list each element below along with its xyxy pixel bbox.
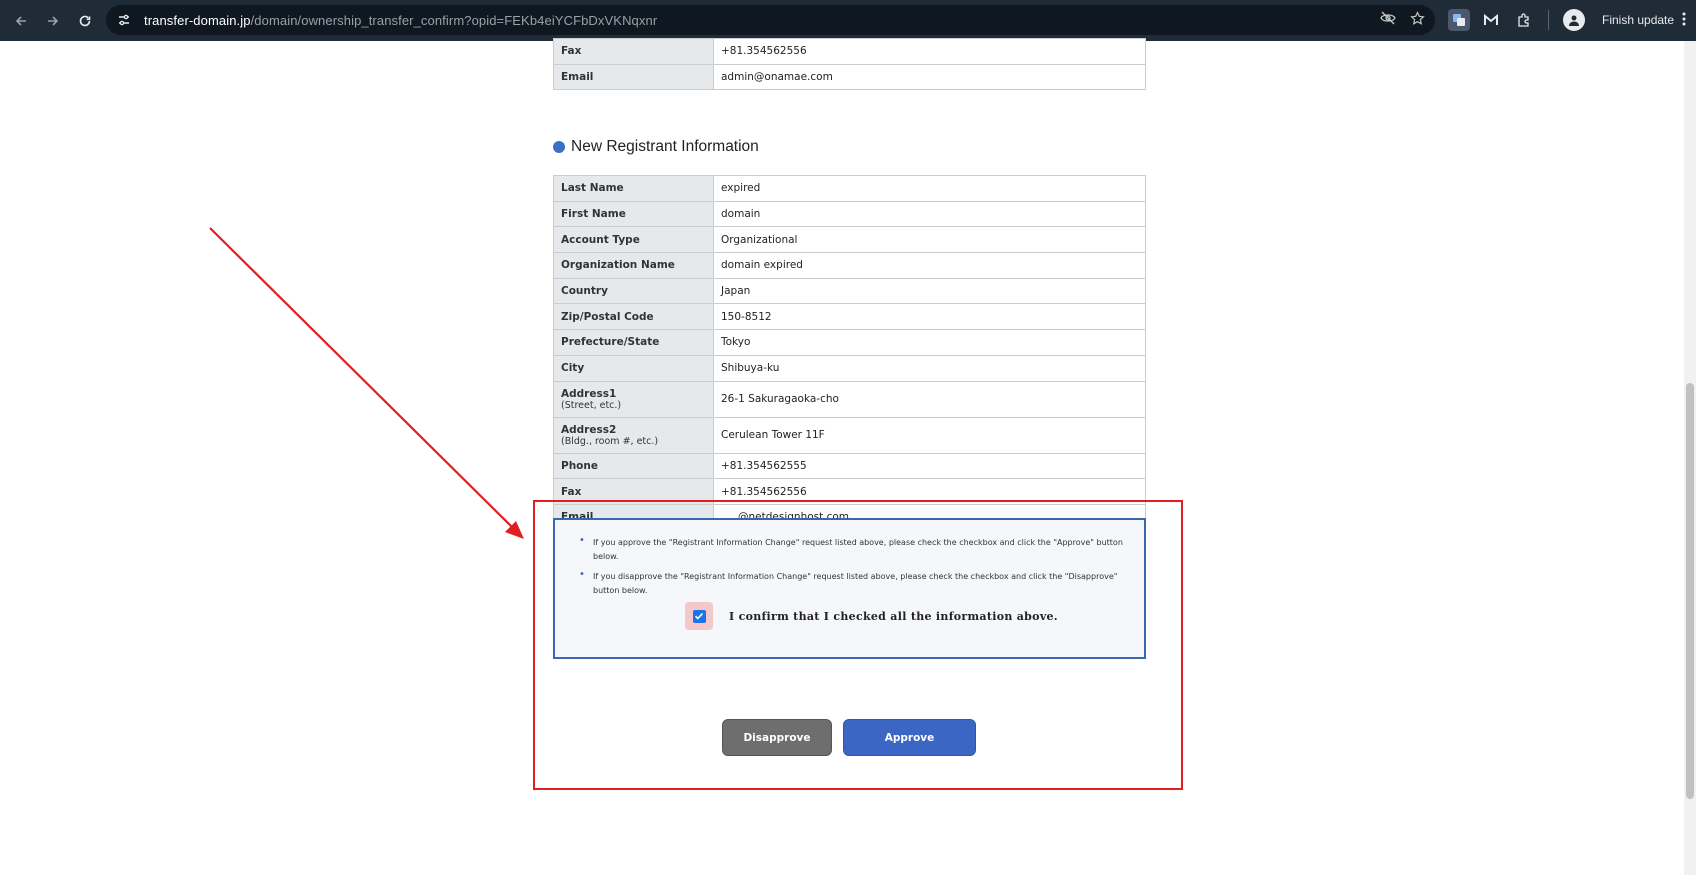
row-label-sub: (Street, etc.) xyxy=(561,399,622,411)
row-label: Address1 (Street, etc.) xyxy=(553,380,714,418)
table-row: Email admin@onamae.com xyxy=(553,63,1146,91)
row-label: Phone xyxy=(553,452,714,480)
row-label: Email xyxy=(553,63,714,91)
row-label: City xyxy=(553,354,714,382)
table-row: First Name domain xyxy=(553,200,1146,228)
previous-registrant-table: Fax +81.354562556 Email admin@onamae.com xyxy=(553,38,1146,91)
section-title-text: New Registrant Information xyxy=(571,138,759,155)
row-label-sub: (Bldg., room #, etc.) xyxy=(561,435,659,447)
row-value: domain expired xyxy=(713,252,1146,279)
url-text: transfer-domain.jp/domain/ownership_tran… xyxy=(144,13,657,28)
row-value: +81.354562556 xyxy=(713,38,1146,65)
row-label: Zip/Postal Code xyxy=(553,303,714,331)
table-row: City Shibuya-ku xyxy=(553,354,1146,382)
finish-update-label: Finish update xyxy=(1602,13,1675,27)
table-row: Country Japan xyxy=(553,277,1146,305)
toolbar-separator xyxy=(1548,10,1549,30)
approve-button[interactable]: Approve xyxy=(843,719,976,756)
row-value: +81.354562555 xyxy=(713,452,1146,480)
instruction-disapprove: If you disapprove the "Registrant Inform… xyxy=(579,568,1129,598)
row-label-main: Address1 xyxy=(561,387,617,400)
row-value: domain xyxy=(713,200,1146,228)
table-row: Organization Name domain expired xyxy=(553,252,1146,279)
url-path: /domain/ownership_transfer_confirm?opid=… xyxy=(250,12,658,28)
disapprove-button[interactable]: Disapprove xyxy=(722,719,832,756)
row-value: Organizational xyxy=(713,226,1146,254)
confirm-checkbox-row[interactable]: I confirm that I checked all the informa… xyxy=(685,602,1058,630)
table-row: Address2 (Bldg., room #, etc.) Cerulean T… xyxy=(553,416,1146,454)
profile-avatar[interactable] xyxy=(1563,9,1585,31)
row-label: Account Type xyxy=(553,226,714,254)
row-label: Fax xyxy=(553,38,714,65)
row-label: Organization Name xyxy=(553,252,714,279)
finish-update-button[interactable]: Finish update xyxy=(1594,6,1694,34)
row-value: 26-1 Sakuragaoka-cho xyxy=(713,380,1146,418)
row-value: Tokyo xyxy=(713,329,1146,356)
address-bar[interactable]: transfer-domain.jp/domain/ownership_tran… xyxy=(106,5,1435,35)
confirm-checkbox-label[interactable]: I confirm that I checked all the informa… xyxy=(729,610,1058,623)
row-label: Address2 (Bldg., room #, etc.) xyxy=(553,416,714,454)
row-value: Japan xyxy=(713,277,1146,305)
table-row: Fax +81.354562556 xyxy=(553,38,1146,65)
table-row: Zip/Postal Code 150-8512 xyxy=(553,303,1146,331)
instruction-list: If you approve the "Registrant Informati… xyxy=(579,534,1129,604)
scrollbar-thumb[interactable] xyxy=(1686,383,1694,799)
translate-extension-icon[interactable] xyxy=(1448,9,1470,31)
eye-off-icon[interactable] xyxy=(1380,11,1396,29)
row-value: expired xyxy=(713,175,1146,202)
site-settings-icon[interactable] xyxy=(114,10,134,30)
extensions-puzzle-icon[interactable] xyxy=(1512,9,1534,31)
malwarebytes-extension-icon[interactable] xyxy=(1480,9,1502,31)
confirm-checkbox-focus[interactable] xyxy=(685,602,713,630)
row-label: Country xyxy=(553,277,714,305)
table-row: Last Name expired xyxy=(553,175,1146,202)
new-registrant-table: Last Name expired First Name domain Accoun… xyxy=(553,175,1146,531)
reload-button[interactable] xyxy=(70,6,100,36)
checkmark-icon xyxy=(694,612,704,620)
row-value: Cerulean Tower 11F xyxy=(713,416,1146,454)
back-button[interactable] xyxy=(6,6,36,36)
table-row: Address1 (Street, etc.) 26-1 Sakuragaoka-… xyxy=(553,380,1146,418)
row-label-main: Address2 xyxy=(561,423,617,436)
table-row: Prefecture/State Tokyo xyxy=(553,329,1146,356)
row-label: Prefecture/State xyxy=(553,329,714,356)
more-menu-icon xyxy=(1682,12,1686,29)
section-bullet-icon xyxy=(553,141,565,153)
confirmation-panel: If you approve the "Registrant Informati… xyxy=(553,518,1146,659)
row-value: 150-8512 xyxy=(713,303,1146,331)
row-value: Shibuya-ku xyxy=(713,354,1146,382)
table-row: Phone +81.354562555 xyxy=(553,452,1146,480)
row-value: admin@onamae.com xyxy=(713,63,1146,91)
url-host: transfer-domain.jp xyxy=(144,12,251,28)
confirm-checkbox[interactable] xyxy=(692,609,706,623)
table-row: Account Type Organizational xyxy=(553,226,1146,254)
row-label: First Name xyxy=(553,200,714,228)
bookmark-star-icon[interactable] xyxy=(1410,10,1425,30)
section-title: New Registrant Information xyxy=(553,138,759,156)
row-label: Last Name xyxy=(553,175,714,202)
instruction-approve: If you approve the "Registrant Informati… xyxy=(579,534,1129,564)
forward-button[interactable] xyxy=(38,6,68,36)
browser-toolbar: transfer-domain.jp/domain/ownership_tran… xyxy=(0,0,1696,41)
